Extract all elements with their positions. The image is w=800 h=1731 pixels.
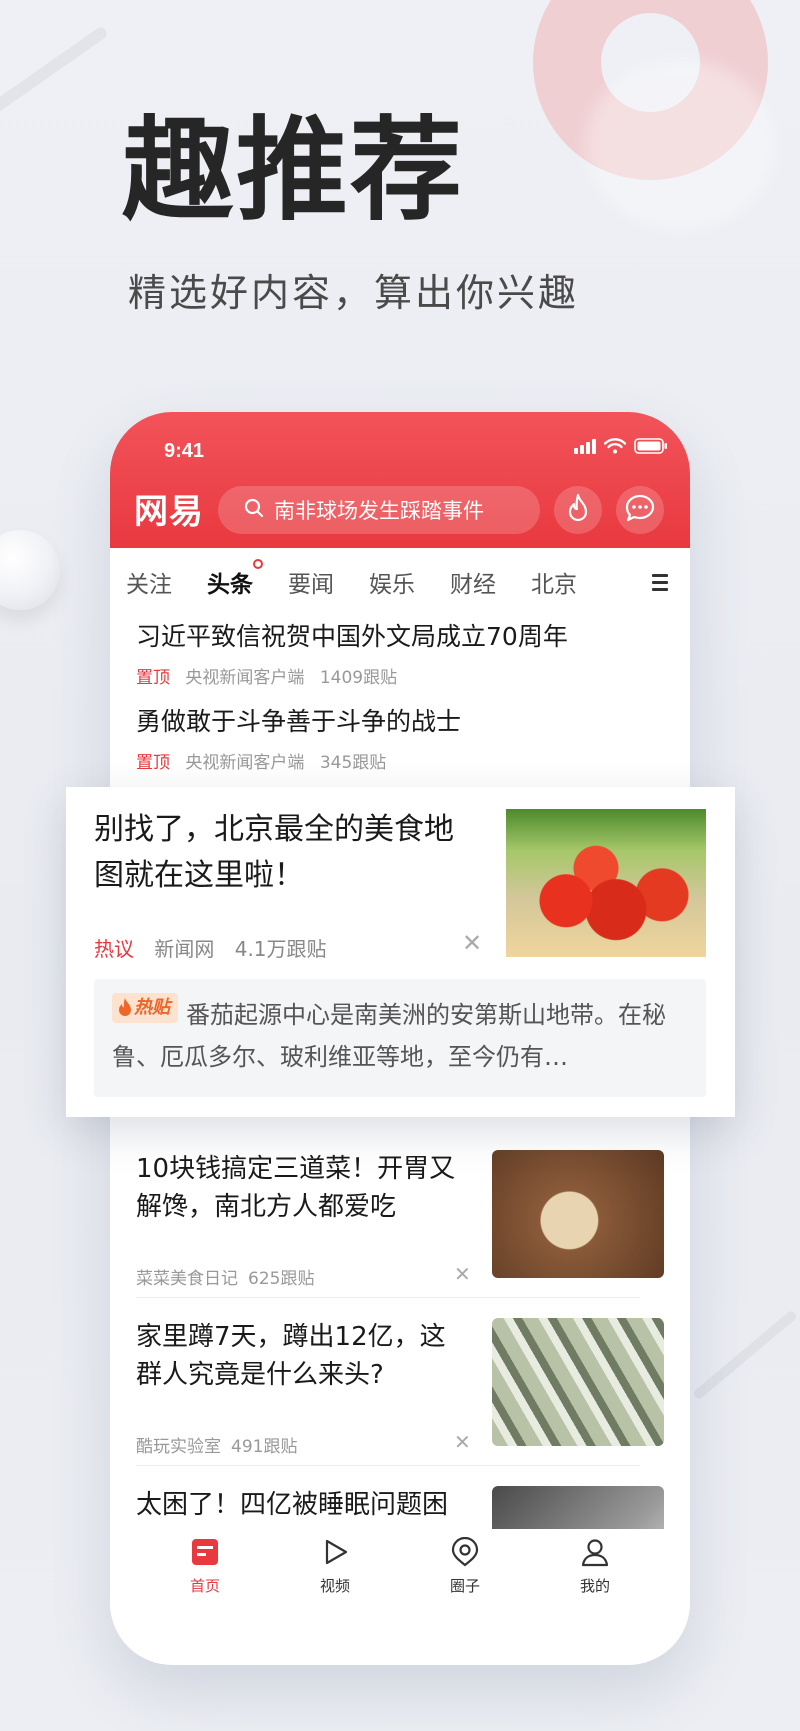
news-source: 央视新闻客户端 — [185, 668, 305, 688]
status-time: 9:41 — [164, 440, 205, 462]
feed-title: 10块钱搞定三道菜！开胃又解馋，南北方人都爱吃 — [136, 1154, 456, 1222]
fire-icon — [565, 493, 591, 527]
feed-thumbnail — [492, 1486, 664, 1529]
comment-count: 625跟贴 — [248, 1269, 315, 1289]
decorative-stick — [691, 1309, 799, 1401]
new-dot-indicator — [253, 559, 263, 569]
decorative-stick — [0, 25, 109, 127]
featured-meta: 热议 新闻网 4.1万跟贴 — [94, 933, 327, 962]
featured-news-card[interactable]: 别找了，北京最全的美食地图就在这里啦！ 热议 新闻网 4.1万跟贴 ✕ 热贴 番… — [66, 787, 735, 1117]
fire-icon — [119, 998, 131, 1016]
bottom-navigation: 首页 视频 圈子 我的 — [110, 1529, 690, 1609]
comment-count: 491跟贴 — [231, 1437, 298, 1457]
hot-tag-label: 热议 — [94, 937, 134, 961]
close-icon[interactable]: ✕ — [462, 929, 482, 957]
circle-icon — [450, 1536, 480, 1571]
close-icon[interactable]: ✕ — [454, 1430, 471, 1454]
tab-follow[interactable]: 关注 — [126, 565, 172, 599]
feed-item[interactable]: 太困了！四亿被睡眠问题困 — [136, 1486, 664, 1529]
divider — [136, 1297, 640, 1298]
message-button[interactable] — [616, 486, 664, 534]
feed-item[interactable]: 家里蹲7天，蹲出12亿，这群人究竟是什么来头? 酷玩实验室 491跟贴 ✕ — [136, 1318, 664, 1468]
featured-source: 新闻网 — [154, 937, 215, 961]
news-meta: 置顶 央视新闻客户端 345跟贴 — [136, 748, 676, 773]
pinned-news-item[interactable]: 习近平致信祝贺中国外文局成立70周年 置顶 央视新闻客户端 1409跟贴 — [136, 617, 676, 688]
comment-count: 1409跟贴 — [319, 668, 398, 688]
decorative-ball — [0, 530, 60, 610]
nav-label: 视频 — [319, 1577, 350, 1595]
nav-video[interactable]: 视频 — [295, 1537, 375, 1596]
video-icon — [320, 1537, 350, 1571]
comment-count: 4.1万跟贴 — [234, 937, 327, 961]
divider — [136, 1465, 640, 1466]
nav-label: 首页 — [189, 1577, 220, 1595]
channel-tabs: 关注 头条 要闻 娱乐 财经 北京 — [110, 559, 690, 602]
close-icon[interactable]: ✕ — [454, 1262, 471, 1286]
nav-label: 我的 — [579, 1577, 610, 1595]
feed-title: 太困了！四亿被睡眠问题困 — [136, 1490, 449, 1520]
search-placeholder: 南非球场发生踩踏事件 — [274, 499, 484, 523]
chat-icon — [625, 494, 655, 526]
feed-thumbnail — [492, 1150, 664, 1278]
decorative-glow — [586, 60, 776, 230]
tab-finance[interactable]: 财经 — [450, 565, 496, 599]
battery-icon — [634, 438, 668, 454]
menu-icon[interactable] — [652, 574, 668, 595]
nav-home[interactable]: 首页 — [165, 1537, 245, 1596]
profile-icon — [580, 1537, 610, 1571]
feed-meta: 酷玩实验室 491跟贴 — [136, 1432, 297, 1457]
hero-subtitle: 精选好内容，算出你兴趣 — [128, 271, 580, 315]
featured-title: 别找了，北京最全的美食地图就在这里啦！ — [94, 812, 454, 893]
pinned-news-item[interactable]: 勇做敢于斗争善于斗争的战士 置顶 央视新闻客户端 345跟贴 — [136, 702, 676, 773]
news-title: 勇做敢于斗争善于斗争的战士 — [136, 707, 462, 736]
signal-icon — [574, 438, 596, 454]
hot-comment-badge: 热贴 — [112, 993, 178, 1023]
tab-entertainment[interactable]: 娱乐 — [369, 565, 415, 599]
tab-beijing[interactable]: 北京 — [531, 565, 577, 599]
feed-item[interactable]: 10块钱搞定三道菜！开胃又解馋，南北方人都爱吃 菜菜美食日记 625跟贴 ✕ — [136, 1150, 664, 1300]
tab-news[interactable]: 要闻 — [288, 565, 334, 599]
pinned-tag: 置顶 — [136, 668, 170, 688]
home-icon — [190, 1537, 220, 1571]
nav-profile[interactable]: 我的 — [555, 1537, 635, 1596]
news-meta: 置顶 央视新闻客户端 1409跟贴 — [136, 663, 676, 688]
nav-label: 圈子 — [449, 1577, 480, 1595]
feed-source: 酷玩实验室 — [136, 1437, 221, 1457]
app-header: 9:41 网易 南非球场发生踩踏事件 — [110, 412, 690, 548]
feed-meta: 菜菜美食日记 625跟贴 — [136, 1264, 314, 1289]
hot-button[interactable] — [554, 486, 602, 534]
hero-title: 趣推荐 — [122, 106, 464, 236]
status-icons — [574, 438, 668, 454]
app-logo[interactable]: 网易 — [134, 484, 204, 533]
feed-source: 菜菜美食日记 — [136, 1269, 238, 1289]
hot-comment-box[interactable]: 热贴 番茄起源中心是南美洲的安第斯山地带。在秘鲁、厄瓜多尔、玻利维亚等地，至今仍… — [94, 979, 706, 1097]
comment-count: 345跟贴 — [319, 753, 387, 773]
hot-comment-text: 番茄起源中心是南美洲的安第斯山地带。在秘鲁、厄瓜多尔、玻利维亚等地，至今仍有… — [112, 1001, 666, 1071]
search-bar[interactable]: 南非球场发生踩踏事件 — [218, 486, 540, 534]
news-source: 央视新闻客户端 — [185, 753, 305, 773]
tab-headlines[interactable]: 头条 — [207, 559, 263, 599]
news-title: 习近平致信祝贺中国外文局成立70周年 — [136, 622, 568, 651]
wifi-icon — [604, 438, 626, 454]
search-icon — [244, 498, 264, 522]
hot-comment-tag: 热贴 — [134, 997, 170, 1018]
feed-title: 家里蹲7天，蹲出12亿，这群人究竟是什么来头? — [136, 1322, 446, 1390]
pinned-tag: 置顶 — [136, 753, 170, 773]
tab-label: 头条 — [207, 572, 253, 598]
nav-circle[interactable]: 圈子 — [425, 1536, 505, 1596]
feed-thumbnail — [492, 1318, 664, 1446]
featured-thumbnail — [506, 809, 706, 957]
